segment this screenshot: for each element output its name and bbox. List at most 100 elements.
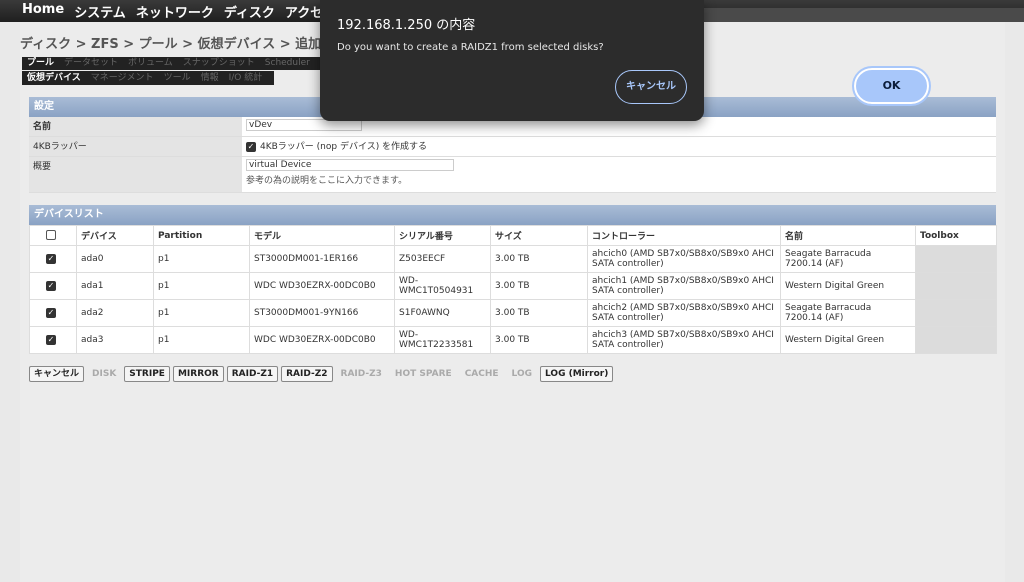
cell-toolbox — [915, 245, 997, 273]
cell-serial: Z503EECF — [394, 245, 491, 273]
table-row: ✓ ada2 p1 ST3000DM001-9YN166 S1F0AWNQ 3.… — [29, 299, 997, 327]
tab-pool[interactable]: プール — [22, 57, 59, 70]
row-select-cell: ✓ — [29, 245, 77, 273]
top-nav-items: Home システム ネットワーク ディスク アクセス — [22, 2, 346, 21]
tab-vdev[interactable]: 仮想デバイス — [22, 71, 86, 85]
breadcrumb: ディスク > ZFS > プール > 仮想デバイス > 追加 — [20, 37, 322, 52]
raidz3-button: RAID-Z3 — [340, 369, 382, 379]
cell-device: ada3 — [76, 326, 154, 354]
tab-volume[interactable]: ボリューム — [123, 57, 178, 70]
col-partition: Partition — [153, 225, 250, 246]
cell-toolbox — [915, 326, 997, 354]
dialog-cancel-button[interactable]: キャンセル — [615, 70, 687, 104]
description-note: 参考の為の説明をここに入力できます。 — [246, 176, 408, 186]
select-all-checkbox[interactable] — [46, 230, 56, 241]
dialog-message: Do you want to create a RAIDZ1 from sele… — [337, 42, 604, 53]
confirm-dialog: 192.168.1.250 の内容 Do you want to create … — [320, 0, 931, 121]
row-select-cell: ✓ — [29, 272, 77, 300]
row-checkbox[interactable]: ✓ — [46, 280, 56, 291]
cell-partition: p1 — [153, 272, 250, 300]
nav-strip — [704, 8, 1024, 22]
nav-disk[interactable]: ディスク — [224, 2, 275, 21]
cell-size: 3.00 TB — [490, 245, 588, 273]
wrapper-text: 4KBラッパー (nop デバイス) を作成する — [260, 142, 428, 152]
select-all-cell — [29, 225, 77, 246]
cell-model: ST3000DM001-1ER166 — [249, 245, 395, 273]
cell-partition: p1 — [153, 299, 250, 327]
cell-controller: ahcich3 (AMD SB7x0/SB8x0/SB9x0 AHCI SATA… — [587, 326, 781, 354]
cell-controller: ahcich0 (AMD SB7x0/SB8x0/SB9x0 AHCI SATA… — [587, 245, 781, 273]
col-model: モデル — [249, 225, 395, 246]
cell-toolbox — [915, 272, 997, 300]
disk-button: DISK — [92, 369, 117, 379]
table-row: ✓ ada0 p1 ST3000DM001-1ER166 Z503EECF 3.… — [29, 245, 997, 273]
wrapper-checkbox[interactable]: ✓ — [246, 141, 256, 152]
description-label: 概要 — [29, 157, 242, 192]
cell-size: 3.00 TB — [490, 272, 588, 300]
name-label: 名前 — [29, 117, 242, 136]
stripe-button[interactable]: STRIPE — [124, 366, 170, 382]
col-serial: シリアル番号 — [394, 225, 491, 246]
cell-name: Western Digital Green — [780, 272, 916, 300]
cell-device: ada1 — [76, 272, 154, 300]
nav-system[interactable]: システム — [74, 2, 126, 21]
cell-partition: p1 — [153, 326, 250, 354]
log-mirror-button[interactable]: LOG (Mirror) — [540, 366, 614, 382]
table-row: ✓ ada1 p1 WDC WD30EZRX-00DC0B0 WD-WMC1T0… — [29, 272, 997, 300]
cell-device: ada0 — [76, 245, 154, 273]
dialog-title: 192.168.1.250 の内容 — [337, 18, 476, 33]
description-input[interactable]: virtual Device — [246, 159, 454, 171]
tab-management[interactable]: マネージメント — [86, 71, 159, 85]
cell-partition: p1 — [153, 245, 250, 273]
tab-tools[interactable]: ツール — [159, 71, 196, 85]
wrapper-label: 4KBラッパー — [29, 137, 242, 156]
cell-name: Seagate Barracuda 7200.14 (AF) — [780, 245, 916, 273]
action-button-bar: キャンセル DISK STRIPE MIRROR RAID-Z1 RAID-Z2… — [29, 366, 614, 382]
raidz1-button[interactable]: RAID-Z1 — [226, 366, 279, 382]
device-table: デバイス Partition モデル シリアル番号 サイズ コントローラー 名前… — [29, 225, 997, 354]
cell-name: Western Digital Green — [780, 326, 916, 354]
col-toolbox: Toolbox — [915, 225, 997, 246]
tab-io-stats[interactable]: I/O 統計 — [224, 71, 268, 85]
log-button: LOG — [511, 369, 532, 379]
cell-serial: WD-WMC1T0504931 — [394, 272, 491, 300]
row-select-cell: ✓ — [29, 326, 77, 354]
row-checkbox[interactable]: ✓ — [46, 334, 56, 345]
cell-serial: WD-WMC1T2233581 — [394, 326, 491, 354]
device-list-panel: デバイスリスト デバイス Partition モデル シリアル番号 サイズ コン… — [29, 205, 997, 354]
mirror-button[interactable]: MIRROR — [172, 366, 224, 382]
cancel-button[interactable]: キャンセル — [29, 366, 85, 382]
col-size: サイズ — [490, 225, 588, 246]
row-checkbox[interactable]: ✓ — [46, 253, 56, 264]
tab-scheduler[interactable]: Scheduler — [260, 57, 315, 70]
hot-spare-button: HOT SPARE — [394, 369, 452, 379]
tab-snapshot[interactable]: スナップショット — [178, 57, 260, 70]
raidz2-button[interactable]: RAID-Z2 — [281, 366, 333, 382]
table-header-row: デバイス Partition モデル シリアル番号 サイズ コントローラー 名前… — [29, 225, 997, 246]
cell-serial: S1F0AWNQ — [394, 299, 491, 327]
tab-info[interactable]: 情報 — [196, 71, 224, 85]
tab-row-primary: プール データセット ボリューム スナップショット Scheduler — [22, 57, 322, 70]
cache-button: CACHE — [464, 369, 499, 379]
cell-model: WDC WD30EZRX-00DC0B0 — [249, 272, 395, 300]
col-controller: コントローラー — [587, 225, 781, 246]
dialog-ok-button[interactable]: OK — [852, 66, 931, 106]
cell-controller: ahcich2 (AMD SB7x0/SB8x0/SB9x0 AHCI SATA… — [587, 299, 781, 327]
tab-dataset[interactable]: データセット — [59, 57, 123, 70]
wrapper-value-cell: ✓ 4KBラッパー (nop デバイス) を作成する — [242, 137, 996, 156]
cell-size: 3.00 TB — [490, 326, 588, 354]
cell-model: ST3000DM001-9YN166 — [249, 299, 395, 327]
wrapper-row: 4KBラッパー ✓ 4KBラッパー (nop デバイス) を作成する — [29, 137, 996, 157]
nav-home[interactable]: Home — [22, 2, 64, 21]
cell-model: WDC WD30EZRX-00DC0B0 — [249, 326, 395, 354]
cell-name: Seagate Barracuda 7200.14 (AF) — [780, 299, 916, 327]
row-select-cell: ✓ — [29, 299, 77, 327]
description-row: 概要 virtual Device 参考の為の説明をここに入力できます。 — [29, 157, 996, 193]
row-checkbox[interactable]: ✓ — [46, 307, 56, 318]
col-name: 名前 — [780, 225, 916, 246]
nav-network[interactable]: ネットワーク — [136, 2, 214, 21]
device-list-header: デバイスリスト — [29, 205, 996, 225]
cell-toolbox — [915, 299, 997, 327]
cell-size: 3.00 TB — [490, 299, 588, 327]
tab-row-secondary: 仮想デバイス マネージメント ツール 情報 I/O 統計 — [22, 71, 274, 85]
